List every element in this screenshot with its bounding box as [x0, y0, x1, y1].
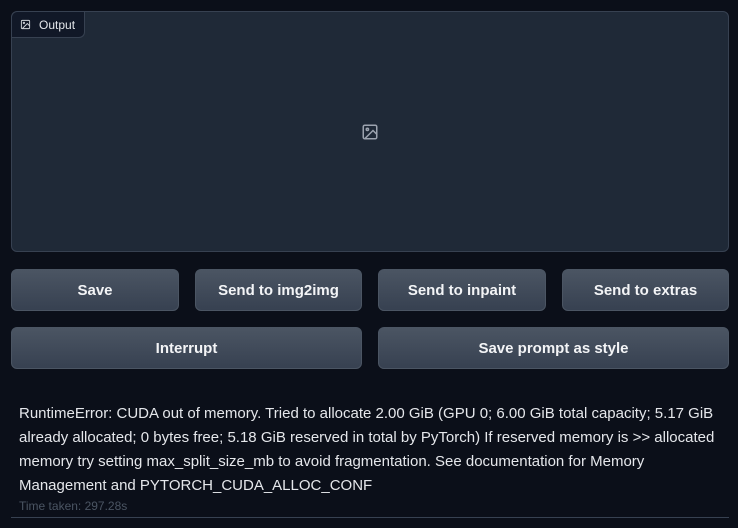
save-prompt-as-style-button[interactable]: Save prompt as style	[378, 327, 729, 369]
send-to-img2img-button[interactable]: Send to img2img	[195, 269, 362, 311]
image-placeholder-icon	[361, 123, 379, 141]
divider	[11, 517, 729, 518]
time-taken: Time taken: 297.28s	[19, 499, 128, 513]
interrupt-button[interactable]: Interrupt	[11, 327, 362, 369]
image-icon	[20, 19, 31, 30]
output-label: Output	[12, 12, 86, 38]
save-button[interactable]: Save	[11, 269, 179, 311]
output-gallery: Output	[11, 11, 729, 252]
send-to-extras-button[interactable]: Send to extras	[562, 269, 729, 311]
error-message: RuntimeError: CUDA out of memory. Tried …	[19, 405, 715, 494]
send-to-inpaint-button[interactable]: Send to inpaint	[378, 269, 546, 311]
output-label-text: Output	[39, 17, 76, 32]
